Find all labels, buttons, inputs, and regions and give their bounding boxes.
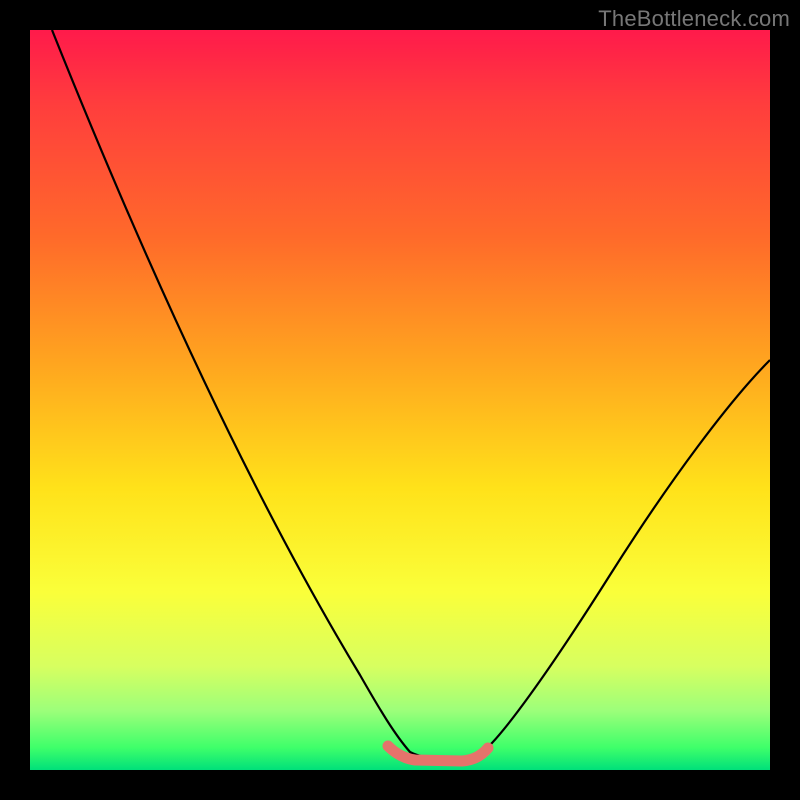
chart-frame: TheBottleneck.com [0,0,800,800]
min-plateau-marker [388,746,488,761]
bottleneck-curve [30,30,770,770]
plot-area [30,30,770,770]
curve-path [52,30,770,759]
watermark-text: TheBottleneck.com [598,6,790,32]
